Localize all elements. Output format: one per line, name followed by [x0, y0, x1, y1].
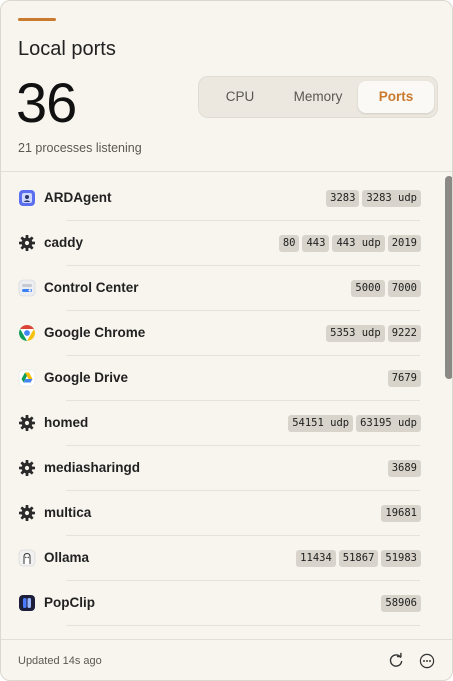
port-badge: 5000	[351, 280, 385, 297]
process-name: ARDAgent	[44, 190, 112, 205]
list-item[interactable]: Control Center 5000 7000	[1, 266, 442, 311]
ports-panel: Local ports 36 21 processes listening CP…	[0, 0, 453, 681]
process-list[interactable]: ARDAgent 3283 3283 udp caddy 80 443 443 udp 201…	[1, 176, 442, 638]
port-badge: 9222	[387, 325, 421, 342]
tab-cpu[interactable]: CPU	[199, 81, 281, 113]
refresh-icon	[389, 652, 403, 667]
port-list: 54151 udp 63195 udp	[288, 415, 421, 432]
process-name: Control Center	[44, 280, 139, 295]
port-badge: 443 udp	[332, 235, 385, 252]
port-badge: 5353 udp	[326, 325, 385, 342]
popclip-app-icon	[18, 594, 36, 612]
port-badge: 80	[278, 235, 300, 252]
port-list: 3283 3283 udp	[326, 190, 421, 207]
refresh-button[interactable]	[387, 652, 405, 670]
row-divider	[66, 625, 420, 626]
accent-bar	[18, 18, 56, 21]
list-item[interactable]: Google Chrome 5353 udp 9222	[1, 311, 442, 356]
port-badge: 2019	[387, 235, 421, 252]
process-name: multica	[44, 505, 92, 520]
google-drive-app-icon	[18, 369, 36, 387]
list-item[interactable]: Google Drive 7679	[1, 356, 442, 401]
ardagent-app-icon	[18, 189, 36, 207]
chrome-app-icon	[18, 324, 36, 342]
process-name: Ollama	[44, 550, 90, 565]
list-item[interactable]: Ollama 11434 51867 51983	[1, 536, 442, 581]
process-name: mediasharingd	[44, 460, 141, 475]
ollama-app-icon	[18, 549, 36, 567]
divider	[1, 171, 452, 172]
gear-icon	[18, 504, 36, 522]
gear-icon	[18, 234, 36, 252]
port-badge: 3283	[326, 190, 360, 207]
gear-icon	[18, 459, 36, 477]
process-name: caddy	[44, 235, 84, 250]
list-item[interactable]: ARDAgent 3283 3283 udp	[1, 176, 442, 221]
port-badge: 19681	[381, 505, 421, 522]
port-list: 80 443 443 udp 2019	[278, 235, 421, 252]
port-list: 3689	[387, 460, 421, 477]
port-list: 58906	[381, 595, 421, 612]
port-list: 19681	[381, 505, 421, 522]
list-item[interactable]: PopClip 58906	[1, 581, 442, 626]
gear-icon	[18, 414, 36, 432]
port-badge: 7000	[387, 280, 421, 297]
list-item[interactable]: caddy 80 443 443 udp 2019	[1, 221, 442, 266]
more-icon	[419, 653, 435, 669]
control-center-app-icon	[18, 279, 36, 297]
port-badge: 54151 udp	[288, 415, 354, 432]
port-list: 11434 51867 51983	[296, 550, 421, 567]
last-updated-label: Updated 14s ago	[18, 655, 102, 667]
view-segmented-control: CPU Memory Ports	[198, 76, 438, 118]
tab-ports[interactable]: Ports	[358, 81, 434, 113]
port-badge: 11434	[296, 550, 336, 567]
port-list: 5000 7000	[351, 280, 421, 297]
port-badge: 7679	[387, 370, 421, 387]
page-title: Local ports	[18, 38, 116, 60]
port-count: 36	[16, 71, 77, 134]
port-badge: 3689	[387, 460, 421, 477]
port-list: 7679	[387, 370, 421, 387]
list-item[interactable]: homed 54151 udp 63195 udp	[1, 401, 442, 446]
port-badge: 51867	[338, 550, 379, 567]
divider	[1, 639, 452, 640]
process-name: Google Drive	[44, 370, 129, 385]
process-name: homed	[44, 415, 89, 430]
list-item[interactable]: mediasharingd 3689	[1, 446, 442, 491]
port-badge: 51983	[381, 550, 421, 567]
port-badge: 63195 udp	[356, 415, 421, 432]
port-badge: 58906	[381, 595, 421, 612]
process-name: Google Chrome	[44, 325, 146, 340]
port-badge: 3283 udp	[362, 190, 421, 207]
tab-memory[interactable]: Memory	[279, 81, 357, 113]
processes-listening-label: 21 processes listening	[18, 141, 142, 155]
port-list: 5353 udp 9222	[326, 325, 421, 342]
scrollbar-thumb[interactable]	[445, 176, 452, 379]
more-button[interactable]	[418, 652, 436, 670]
port-badge: 443	[302, 235, 330, 252]
list-item[interactable]: multica 19681	[1, 491, 442, 536]
process-name: PopClip	[44, 595, 95, 610]
